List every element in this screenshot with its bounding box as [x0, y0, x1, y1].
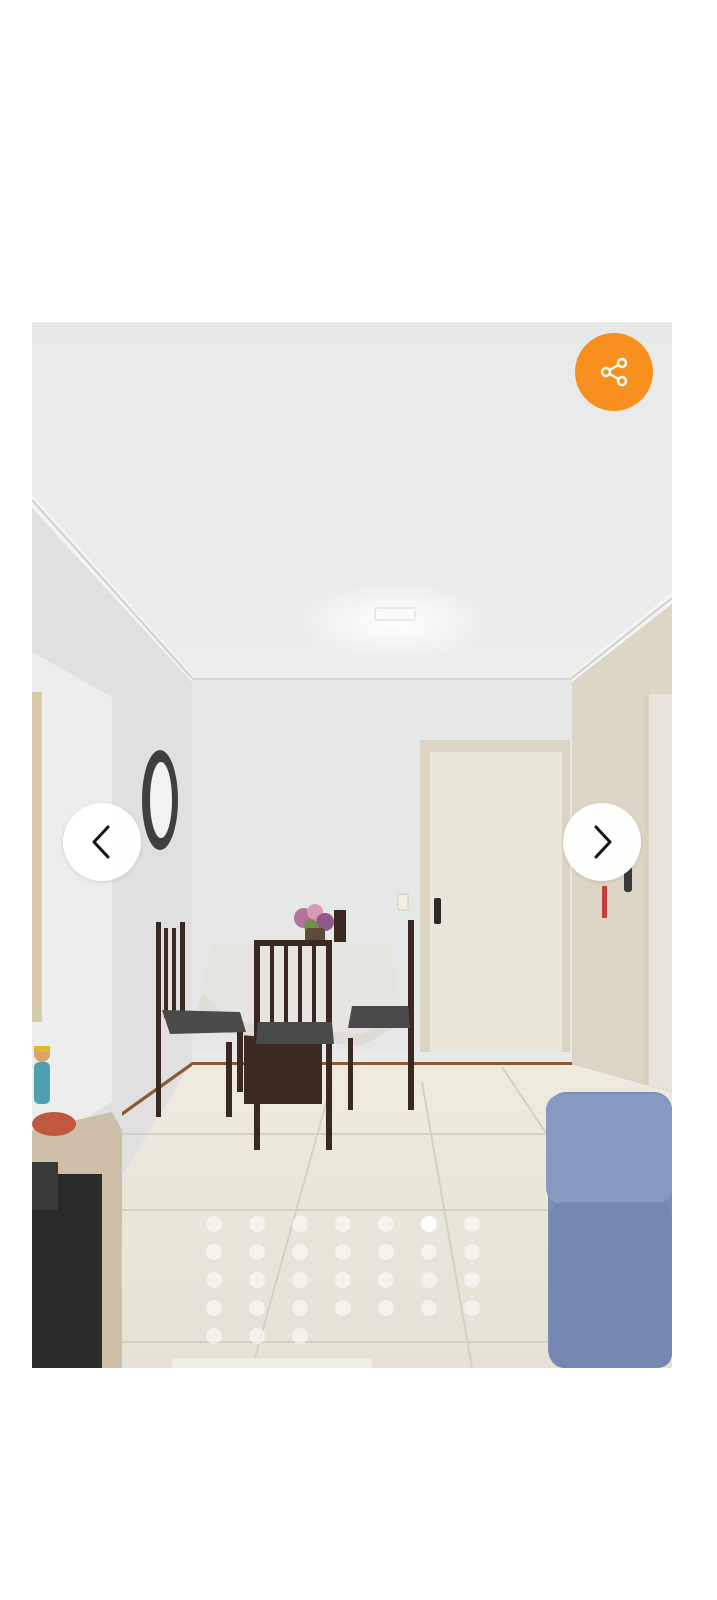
pagination-dot[interactable]	[378, 1272, 394, 1288]
pagination-dot[interactable]	[249, 1216, 265, 1232]
pagination-dot[interactable]	[464, 1216, 480, 1232]
pagination-dots[interactable]	[206, 1216, 506, 1344]
pagination-dot[interactable]	[206, 1300, 222, 1316]
pagination-dot[interactable]	[206, 1272, 222, 1288]
pagination-dot[interactable]	[378, 1300, 394, 1316]
pagination-dot[interactable]	[335, 1216, 351, 1232]
pagination-dot[interactable]	[421, 1272, 437, 1288]
pagination-dot[interactable]	[335, 1244, 351, 1260]
pagination-dot[interactable]	[249, 1272, 265, 1288]
pagination-dot[interactable]	[378, 1244, 394, 1260]
chevron-right-icon	[594, 825, 612, 859]
share-icon	[600, 357, 628, 387]
pagination-dot[interactable]	[421, 1244, 437, 1260]
previous-photo-button[interactable]	[63, 803, 141, 881]
pagination-dot[interactable]	[464, 1272, 480, 1288]
pagination-dot[interactable]	[249, 1244, 265, 1260]
pagination-dot[interactable]	[292, 1328, 308, 1344]
pagination-dot[interactable]	[206, 1216, 222, 1232]
pagination-dot[interactable]	[421, 1300, 437, 1316]
pagination-dot[interactable]	[335, 1272, 351, 1288]
pagination-dot[interactable]	[378, 1216, 394, 1232]
pagination-dot[interactable]	[249, 1300, 265, 1316]
chevron-left-icon	[92, 825, 110, 859]
next-photo-button[interactable]	[563, 803, 641, 881]
pagination-dot[interactable]	[292, 1300, 308, 1316]
pagination-dot[interactable]	[292, 1272, 308, 1288]
pagination-dot[interactable]	[206, 1328, 222, 1344]
photo-gallery[interactable]	[32, 322, 672, 1368]
pagination-dot[interactable]	[335, 1300, 351, 1316]
pagination-dot[interactable]	[292, 1244, 308, 1260]
share-button[interactable]	[574, 332, 654, 412]
pagination-dot-active[interactable]	[421, 1216, 437, 1232]
pagination-dot[interactable]	[464, 1244, 480, 1260]
pagination-dot[interactable]	[292, 1216, 308, 1232]
pagination-dot[interactable]	[206, 1244, 222, 1260]
pagination-dot[interactable]	[249, 1328, 265, 1344]
pagination-dot[interactable]	[464, 1300, 480, 1316]
